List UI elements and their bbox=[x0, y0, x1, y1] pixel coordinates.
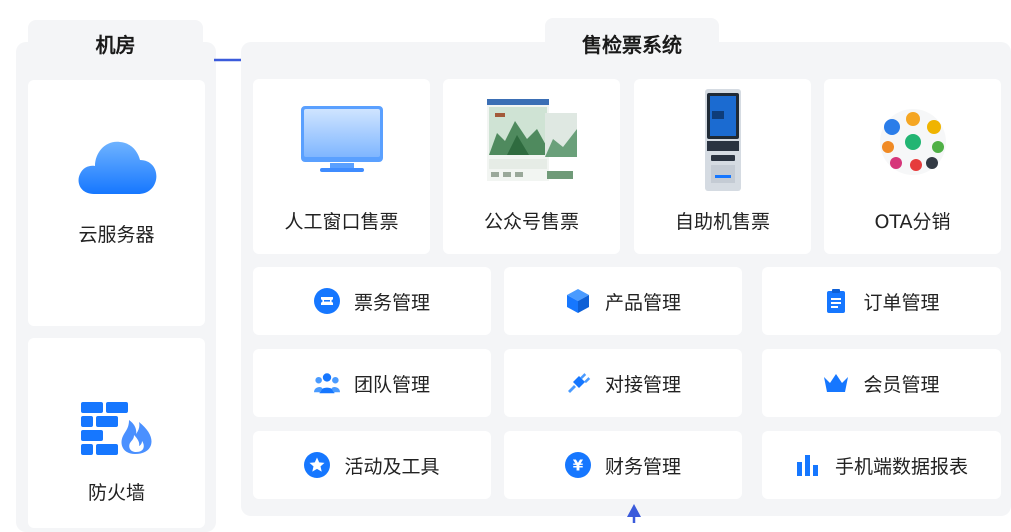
module-orders: 订单管理 bbox=[762, 267, 1001, 335]
ticket-system-title: 售检票系统 bbox=[545, 18, 719, 68]
module-activities-tools: 活动及工具 bbox=[253, 431, 491, 499]
plug-icon bbox=[565, 370, 591, 396]
team-icon bbox=[313, 370, 340, 396]
module-finance: ¥ 财务管理 bbox=[504, 431, 742, 499]
kiosk-image bbox=[701, 89, 745, 195]
monitor-icon bbox=[300, 105, 384, 177]
channel-card-kiosk: 自助机售票 bbox=[634, 79, 811, 254]
firewall-card: 防火墙 bbox=[28, 338, 205, 528]
module-label: 财务管理 bbox=[604, 455, 681, 478]
machine-room-title: 机房 bbox=[28, 20, 203, 66]
crown-icon bbox=[823, 370, 849, 396]
cube-icon bbox=[565, 288, 591, 314]
cloud-icon bbox=[74, 134, 160, 202]
ticket-icon bbox=[313, 288, 340, 314]
channel-card-ota: OTA分销 bbox=[824, 79, 1001, 254]
firewall-label: 防火墙 bbox=[87, 482, 145, 504]
module-membership: 会员管理 bbox=[762, 349, 1001, 417]
channel-label: 自助机售票 bbox=[674, 211, 770, 233]
module-label: 团队管理 bbox=[353, 373, 430, 396]
module-ticketing: 票务管理 bbox=[253, 267, 491, 335]
module-integration: 对接管理 bbox=[504, 349, 742, 417]
module-label: 产品管理 bbox=[604, 291, 681, 314]
module-mobile-reports: 手机端数据报表 bbox=[762, 431, 1001, 499]
channel-label: 公众号售票 bbox=[483, 211, 579, 233]
yen-icon: ¥ bbox=[564, 452, 591, 478]
wechat-screenshot-image bbox=[486, 99, 577, 185]
channel-card-manual-window: 人工窗口售票 bbox=[253, 79, 430, 254]
module-label: 票务管理 bbox=[353, 291, 430, 314]
ota-logos-image bbox=[872, 107, 954, 181]
module-label: 会员管理 bbox=[863, 373, 940, 396]
clipboard-icon bbox=[823, 288, 849, 314]
cloud-server-label: 云服务器 bbox=[78, 224, 155, 246]
module-label: 对接管理 bbox=[604, 373, 681, 396]
module-team: 团队管理 bbox=[253, 349, 491, 417]
module-label: 订单管理 bbox=[863, 291, 940, 314]
module-product: 产品管理 bbox=[504, 267, 742, 335]
channel-card-wechat: 公众号售票 bbox=[443, 79, 620, 254]
channel-label: 人工窗口售票 bbox=[284, 211, 399, 233]
cloud-server-card: 云服务器 bbox=[28, 80, 205, 326]
svg-text:¥: ¥ bbox=[573, 457, 584, 475]
module-label: 活动及工具 bbox=[344, 455, 440, 478]
channel-label: OTA分销 bbox=[874, 211, 951, 233]
module-label: 手机端数据报表 bbox=[834, 455, 968, 478]
star-icon bbox=[304, 452, 331, 478]
bar-chart-icon bbox=[795, 452, 821, 478]
connector-arrow-up bbox=[627, 504, 641, 523]
firewall-icon bbox=[79, 400, 155, 460]
